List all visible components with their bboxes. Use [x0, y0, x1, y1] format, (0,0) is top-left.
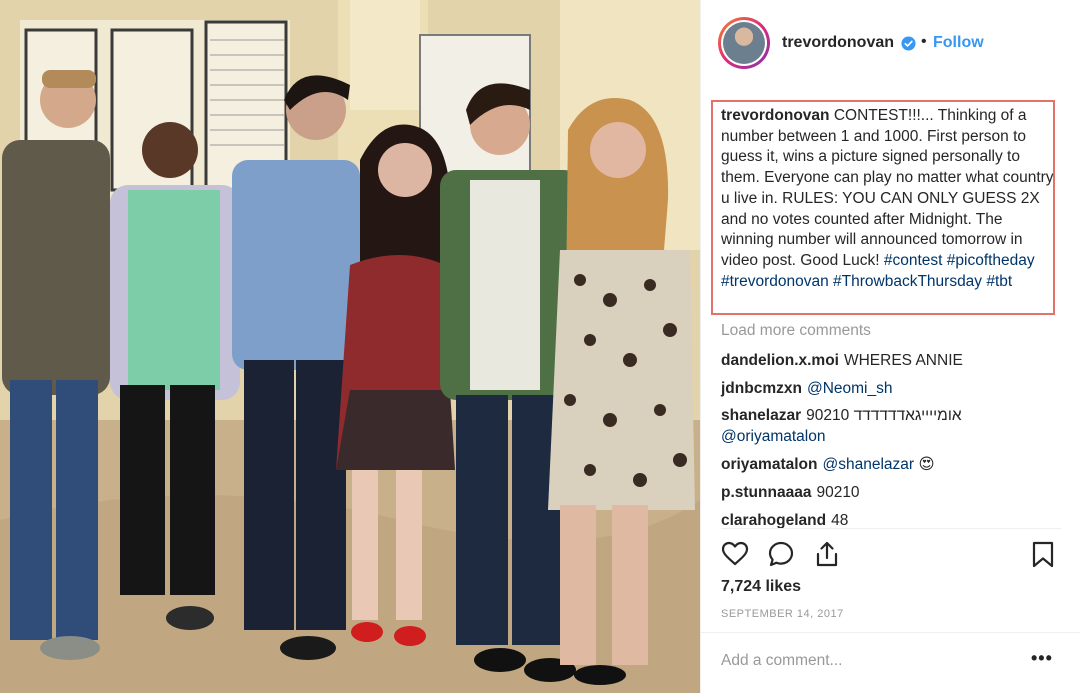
header-username[interactable]: trevordonovan	[782, 34, 894, 52]
avatar-ring	[721, 20, 767, 66]
comment-text: 48	[831, 512, 849, 529]
avatar[interactable]	[718, 17, 770, 69]
share-icon[interactable]	[813, 540, 841, 568]
comment-divider	[701, 632, 1080, 633]
caption-highlight-box	[711, 100, 1055, 315]
bookmark-icon[interactable]	[1029, 540, 1057, 568]
comment-item: oriyamatalon @shanelazar 😍	[721, 455, 1061, 476]
follow-button[interactable]: Follow	[933, 34, 984, 52]
heart-icon[interactable]	[721, 540, 749, 568]
comment-item: shanelazar 90210 אומייייגאדדדדדד @oriyama…	[721, 406, 1061, 447]
comment-bubble-icon[interactable]	[767, 540, 795, 568]
avatar-image	[723, 22, 765, 64]
comment-text: 90210	[816, 484, 860, 501]
comment-item: jdnbcmzxn @Neomi_sh	[721, 379, 1061, 400]
post-actions	[721, 540, 1061, 568]
verified-badge-icon	[901, 36, 916, 51]
like-count[interactable]: 7,724 likes	[721, 578, 801, 596]
load-more-comments-link[interactable]: Load more comments	[721, 322, 871, 340]
comment-username[interactable]: shanelazar	[721, 407, 801, 424]
comment-username[interactable]: oriyamatalon	[721, 456, 817, 473]
heart-eyes-emoji: 😍	[918, 456, 935, 473]
comment-username[interactable]: dandelion.x.moi	[721, 352, 839, 369]
comment-item: dandelion.x.moi WHERES ANNIE	[721, 351, 1061, 372]
more-options-icon[interactable]: •••	[1031, 648, 1053, 669]
post-header: trevordonovan • Follow	[701, 0, 1080, 90]
comment-username[interactable]: clarahogeland	[721, 512, 826, 529]
instagram-post: trevordonovan • Follow trevordonovan CON…	[0, 0, 1080, 693]
comment-text: 90210 אומייייגאדדדדדד	[806, 407, 962, 424]
comment-username[interactable]: jdnbcmzxn	[721, 380, 802, 397]
header-separator: •	[921, 33, 927, 50]
comment-mention[interactable]: @shanelazar	[822, 456, 914, 473]
post-photo[interactable]	[0, 0, 700, 693]
post-date: SEPTEMBER 14, 2017	[721, 608, 844, 620]
comment-item: p.stunnaaaa 90210	[721, 483, 1061, 504]
group-photo-illustration	[0, 0, 700, 693]
comment-mention[interactable]: @oriyamatalon	[721, 428, 825, 445]
comment-username[interactable]: p.stunnaaaa	[721, 484, 811, 501]
actions-divider	[721, 528, 1061, 529]
add-comment-input[interactable]: Add a comment...	[721, 652, 842, 670]
comment-mention[interactable]: @Neomi_sh	[807, 380, 893, 397]
comment-text: WHERES ANNIE	[843, 352, 963, 369]
